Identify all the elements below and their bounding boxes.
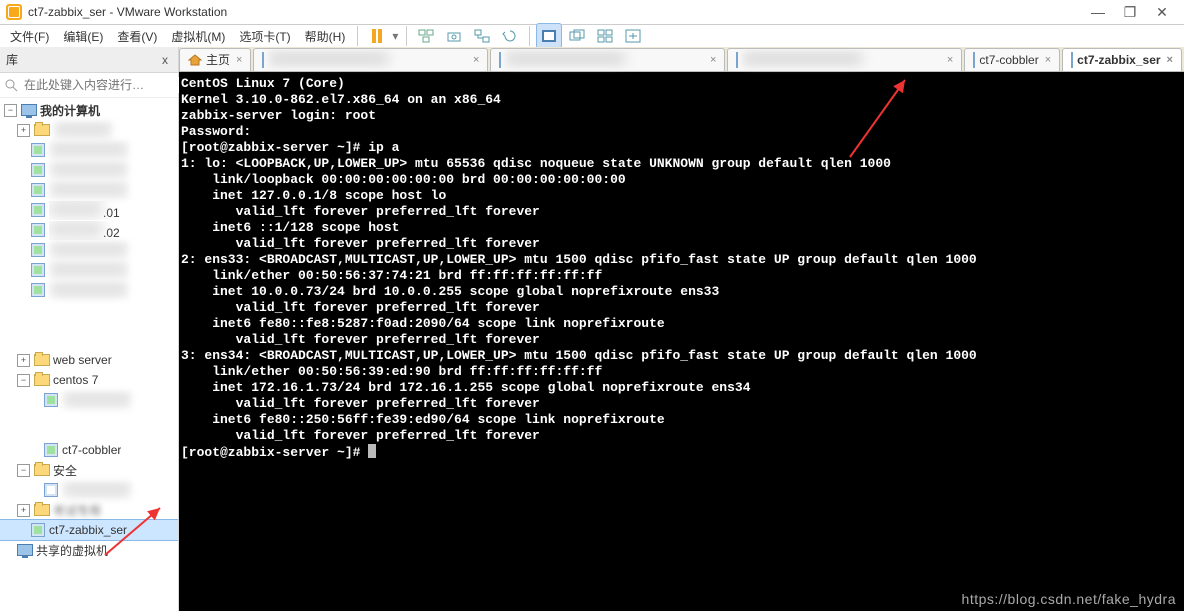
library-close-button[interactable]: x	[158, 53, 172, 67]
close-button[interactable]: ✕	[1146, 4, 1178, 21]
tab-home[interactable]: 主页 ×	[179, 48, 251, 71]
menu-help[interactable]: 帮助(H)	[299, 26, 352, 47]
tab-close-icon[interactable]: ×	[236, 54, 242, 66]
menu-view[interactable]: 查看(V)	[111, 26, 163, 47]
thumbnail-button[interactable]	[592, 23, 618, 49]
app-icon	[6, 4, 22, 20]
computer-icon	[21, 103, 37, 117]
fullscreen-button[interactable]	[536, 23, 562, 49]
search-input[interactable]	[22, 77, 181, 93]
tree-item[interactable]	[49, 161, 129, 180]
tab-label: 主页	[206, 51, 230, 68]
titlebar: ct7-zabbix_ser - VMware Workstation — ❐ …	[0, 0, 1184, 25]
tree-item[interactable]	[49, 261, 129, 280]
vm-ct7-cobbler[interactable]: ct7-cobbler	[62, 443, 121, 457]
pause-button[interactable]	[364, 23, 390, 49]
tab-label: ct7-zabbix_ser	[1077, 53, 1160, 67]
tree-item[interactable]: .01	[49, 201, 120, 220]
my-computer[interactable]: 我的计算机	[40, 102, 100, 119]
vm-ct7-zabbix-ser[interactable]: ct7-zabbix_ser	[49, 523, 127, 537]
menu-edit[interactable]: 编辑(E)	[57, 26, 109, 47]
expand-icon[interactable]: +	[17, 124, 30, 137]
tab-hidden-1[interactable]: ×	[253, 48, 488, 71]
menubar: 文件(F) 编辑(E) 查看(V) 虚拟机(M) 选项卡(T) 帮助(H) ▾	[0, 25, 1184, 47]
tab-label: ct7-cobbler	[979, 53, 1038, 67]
vm-icon	[43, 443, 59, 457]
tree-item[interactable]	[53, 121, 113, 140]
tab-close-icon[interactable]: ×	[1045, 54, 1051, 66]
library-title: 库	[6, 51, 18, 68]
tree-item[interactable]: .02	[49, 221, 120, 240]
snapshot-manager-button[interactable]	[469, 23, 495, 49]
tab-ct7-cobbler[interactable]: ct7-cobbler ×	[964, 48, 1060, 71]
vm-icon	[973, 53, 975, 67]
restore-button[interactable]: ❐	[1114, 4, 1146, 21]
tree-item[interactable]	[62, 391, 132, 410]
search-icon	[4, 78, 18, 92]
shared-vm-icon	[17, 543, 33, 557]
tree-item[interactable]	[62, 481, 132, 500]
tree-item[interactable]	[49, 181, 129, 200]
menu-file[interactable]: 文件(F)	[4, 26, 55, 47]
power-dropdown[interactable]: ▾	[390, 29, 400, 43]
stretch-button[interactable]	[620, 23, 646, 49]
revert-snapshot-button[interactable]	[497, 23, 523, 49]
watermark: https://blog.csdn.net/fake_hydra	[962, 591, 1176, 607]
tab-hidden-2[interactable]: ×	[490, 48, 725, 71]
send-ctrl-alt-del-button[interactable]	[413, 23, 439, 49]
folder-web-server[interactable]: web server	[53, 353, 112, 367]
minimize-button[interactable]: —	[1082, 4, 1114, 20]
tree-item[interactable]	[49, 241, 129, 260]
folder-centos7[interactable]: centos 7	[53, 373, 98, 387]
tab-ct7-zabbix-ser[interactable]: ct7-zabbix_ser ×	[1062, 48, 1182, 71]
folder-exam[interactable]: 考试专用	[53, 502, 101, 519]
tab-hidden-3[interactable]: ×	[727, 48, 962, 71]
tab-bar: 主页 × × × × ct7-cobbler × ct7-zabbix_ser ×	[179, 47, 1184, 72]
collapse-icon[interactable]: −	[4, 104, 17, 117]
vm-icon	[1071, 53, 1073, 67]
library-tree[interactable]: −我的计算机 + .01 .02 +web server −centos 7 c…	[0, 98, 178, 611]
unity-button[interactable]	[564, 23, 590, 49]
tree-item[interactable]	[49, 281, 129, 300]
vm-icon	[30, 143, 46, 157]
menu-tabs[interactable]: 选项卡(T)	[233, 26, 296, 47]
tree-item[interactable]	[49, 141, 129, 160]
menu-vm[interactable]: 虚拟机(M)	[165, 26, 231, 47]
home-icon	[188, 54, 202, 66]
library-search[interactable]	[0, 73, 178, 98]
snapshot-button[interactable]	[441, 23, 467, 49]
shared-vms[interactable]: 共享的虚拟机	[36, 542, 108, 559]
vm-icon	[30, 523, 46, 537]
library-sidebar: 库 x −我的计算机 + .01 .02 +web server −c	[0, 47, 179, 611]
folder-security[interactable]: 安全	[53, 462, 77, 479]
terminal[interactable]: CentOS Linux 7 (Core)Kernel 3.10.0-862.e…	[179, 72, 1184, 611]
tab-close-icon[interactable]: ×	[1167, 54, 1173, 66]
window-title: ct7-zabbix_ser - VMware Workstation	[28, 5, 1082, 19]
